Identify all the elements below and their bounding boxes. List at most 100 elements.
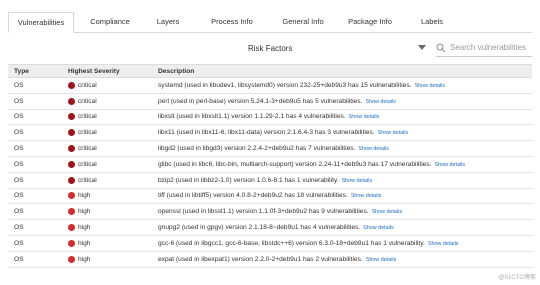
description-cell: gnupg2 (used in gpgv) version 2.1.18-8~d… [158,224,532,231]
severity-dot-icon [68,129,75,137]
show-details-link[interactable]: Show details [363,225,394,231]
table-row: OS critical libxslt (used in libxslt1.1) v… [8,110,532,126]
severity-dot-icon [68,176,75,184]
severity-dot-icon [68,192,75,200]
tab-bar: Vulnerabilities Compliance Layers Proces… [8,12,532,33]
severity-dot-icon [68,97,75,105]
description-cell: openssl (used in libssl1.1) version 1.1.… [158,208,532,215]
show-details-link[interactable]: Show details [414,83,445,89]
show-details-link[interactable]: Show details [351,193,382,199]
table-row: OS critical perl (used in perl-base) versi… [8,94,532,110]
show-details-link[interactable]: Show details [366,257,397,263]
show-details-link[interactable]: Show details [428,241,459,247]
show-details-link[interactable]: Show details [372,209,403,215]
type-cell: OS [14,129,24,137]
vulnerabilities-table: Type Highest Severity Description OS crit… [8,64,532,268]
table-row: OS critical libx11 (used in libx11-6, libx… [8,125,532,142]
table-row: OS high tiff (used in libtiff5) version 4.… [8,189,532,205]
severity-dot-icon [68,145,75,153]
search-box [436,39,532,57]
search-input[interactable] [450,43,530,52]
description-text: gcc-6 (used in libgcc1, gcc-6-base, libs… [158,239,425,247]
severity-label: high [78,255,91,263]
tab-vulnerabilities[interactable]: Vulnerabilities [8,12,74,33]
type-cell: OS [14,113,24,121]
type-cell: OS [14,97,24,105]
tab-general-info[interactable]: General Info [274,11,332,32]
table-row: OS critical systemd (used in libudev1, lib… [8,78,532,94]
header-description: Description [158,67,195,75]
type-cell: OS [14,224,24,232]
severity-label: critical [78,113,97,121]
description-text: expat (used in libexpat1) version 2.2.0-… [158,255,363,263]
description-cell: expat (used in libexpat1) version 2.2.0-… [158,256,532,263]
description-text: glibc (used in libc6, libc-bin, multiarc… [158,160,432,168]
severity-label: critical [78,97,97,105]
severity-label: high [78,192,91,200]
severity-dot-icon [68,255,75,263]
description-text: perl (used in perl-base) version 5.24.1-… [158,97,363,105]
description-text: tiff (used in libtiff5) version 4.0.8-2+… [158,192,348,200]
severity-cell: critical [68,145,158,153]
severity-dot-icon [68,239,75,247]
description-cell: systemd (used in libudev1, libsystemd0) … [158,82,532,89]
severity-cell: critical [68,97,158,105]
description-cell: bzip2 (used in libbz2-1.0) version 1.0.6… [158,177,532,184]
severity-cell: critical [68,81,158,89]
description-cell: libgd2 (used in libgd3) version 2.2.4-2+… [158,145,532,152]
severity-label: high [78,224,91,232]
description-cell: glibc (used in libc6, libc-bin, multiarc… [158,161,532,168]
description-text: bzip2 (used in libbz2-1.0) version 1.0.6… [158,176,339,184]
severity-dot-icon [68,160,75,168]
caret-down-icon [418,45,426,50]
severity-cell: high [68,208,158,216]
tab-labels[interactable]: Labels [408,11,456,32]
severity-cell: critical [68,160,158,168]
table-body: OS critical systemd (used in libudev1, lib… [8,78,532,268]
severity-label: critical [78,129,97,137]
header-highest-severity: Highest Severity [68,67,120,75]
description-cell: libx11 (used in libx11-6, libx11-data) v… [158,129,532,136]
table-row: OS high gnupg2 (used in gpgv) version 2.1.… [8,220,532,236]
dropdown-selected-value: Risk Factors [248,43,293,53]
show-details-link[interactable]: Show details [342,178,373,184]
severity-label: high [78,208,91,216]
type-cell: OS [14,208,24,216]
severity-label: critical [78,160,97,168]
tab-package-info[interactable]: Package Info [332,11,408,32]
watermark: @51CTO博客 [498,275,536,281]
description-text: libgd2 (used in libgd3) version 2.2.4-2+… [158,145,356,153]
type-cell: OS [14,192,24,200]
description-text: systemd (used in libudev1, libsystemd0) … [158,81,412,89]
description-text: openssl (used in libssl1.1) version 1.1.… [158,208,369,216]
severity-dot-icon [68,81,75,89]
description-cell: gcc-6 (used in libgcc1, gcc-6-base, libs… [158,240,532,247]
severity-cell: high [68,224,158,232]
search-icon [436,43,446,52]
severity-label: critical [78,145,97,153]
show-details-link[interactable]: Show details [434,162,465,168]
type-cell: OS [14,239,24,247]
table-row: OS critical glibc (used in libc6, libc-bin… [8,157,532,173]
severity-cell: critical [68,129,158,137]
description-text: gnupg2 (used in gpgv) version 2.1.18-8~d… [158,224,361,232]
severity-cell: critical [68,113,158,121]
severity-dot-icon [68,224,75,232]
show-details-link[interactable]: Show details [378,130,409,136]
type-cell: OS [14,255,24,263]
risk-factors-dropdown[interactable]: Risk Factors [248,39,430,57]
table-row: OS critical libgd2 (used in libgd3) versio… [8,141,532,157]
tab-layers[interactable]: Layers [146,11,190,32]
table-row: OS high gcc-6 (used in libgcc1, gcc-6-base… [8,236,532,252]
severity-dot-icon [68,208,75,216]
description-text: libxslt (used in libxslt1.1) version 1.1… [158,113,346,121]
show-details-link[interactable]: Show details [349,114,380,120]
tab-compliance[interactable]: Compliance [74,11,146,32]
table-row: OS high openssl (used in libssl1.1) versio… [8,204,532,221]
description-text: libx11 (used in libx11-6, libx11-data) v… [158,129,375,137]
header-type: Type [14,67,29,75]
type-cell: OS [14,145,24,153]
tab-process-info[interactable]: Process Info [190,11,274,32]
show-details-link[interactable]: Show details [358,146,389,152]
show-details-link[interactable]: Show details [365,99,396,105]
